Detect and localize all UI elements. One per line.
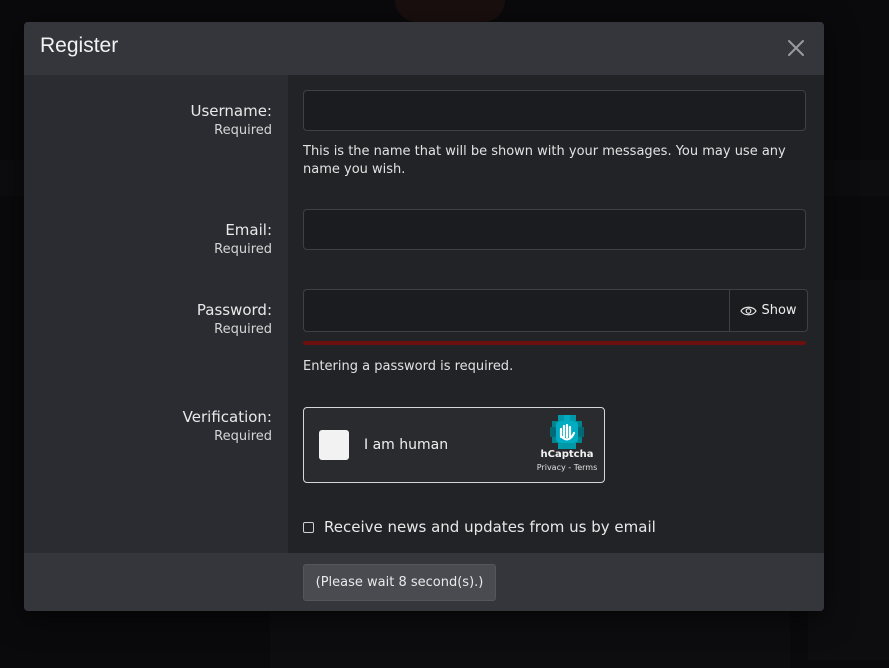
- dialog-title: Register: [40, 34, 119, 57]
- newsletter-label: Receive news and updates from us by emai…: [324, 518, 656, 536]
- dialog-header: Register: [24, 22, 824, 75]
- verification-required: Required: [214, 429, 272, 444]
- email-label-group: Email: Required: [32, 221, 272, 259]
- dialog-footer: (Please wait 8 second(s).): [24, 553, 824, 611]
- hcaptcha-logo-icon: [550, 415, 584, 449]
- show-password-button[interactable]: Show: [729, 289, 808, 332]
- eye-icon: [740, 306, 758, 315]
- captcha-brand: hCaptcha: [540, 449, 594, 460]
- password-input[interactable]: [303, 289, 730, 332]
- password-field-group: Show: [303, 289, 808, 332]
- register-dialog: Register Username: Required This is the …: [24, 22, 824, 611]
- captcha-privacy-terms-links[interactable]: Privacy - Terms: [526, 463, 608, 472]
- newsletter-checkbox[interactable]: [303, 521, 314, 533]
- username-input[interactable]: [303, 90, 806, 131]
- show-password-label: Show: [761, 303, 797, 318]
- newsletter-option[interactable]: Receive news and updates from us by emai…: [303, 518, 656, 536]
- verification-label: Verification:: [182, 408, 272, 426]
- captcha-text: I am human: [364, 437, 449, 453]
- captcha-checkbox[interactable]: [319, 430, 349, 460]
- password-required: Required: [214, 322, 272, 337]
- username-label: Username:: [190, 102, 272, 120]
- password-error: Entering a password is required.: [303, 359, 514, 374]
- hcaptcha-widget: I am human hCaptcha Privacy - Terms: [303, 407, 605, 483]
- password-strength-bar: [303, 341, 806, 345]
- username-hint: This is the name that will be shown with…: [303, 144, 786, 177]
- password-label: Password:: [196, 301, 272, 319]
- verification-label-group: Verification: Required: [32, 408, 272, 446]
- register-submit-button[interactable]: (Please wait 8 second(s).): [303, 564, 496, 601]
- email-label: Email:: [225, 221, 272, 239]
- email-required: Required: [214, 242, 272, 257]
- username-label-group: Username: Required: [32, 102, 272, 140]
- close-icon: [788, 40, 804, 56]
- password-label-group: Password: Required: [32, 301, 272, 339]
- close-button[interactable]: [784, 36, 808, 60]
- username-required: Required: [214, 123, 272, 138]
- email-input[interactable]: [303, 209, 806, 250]
